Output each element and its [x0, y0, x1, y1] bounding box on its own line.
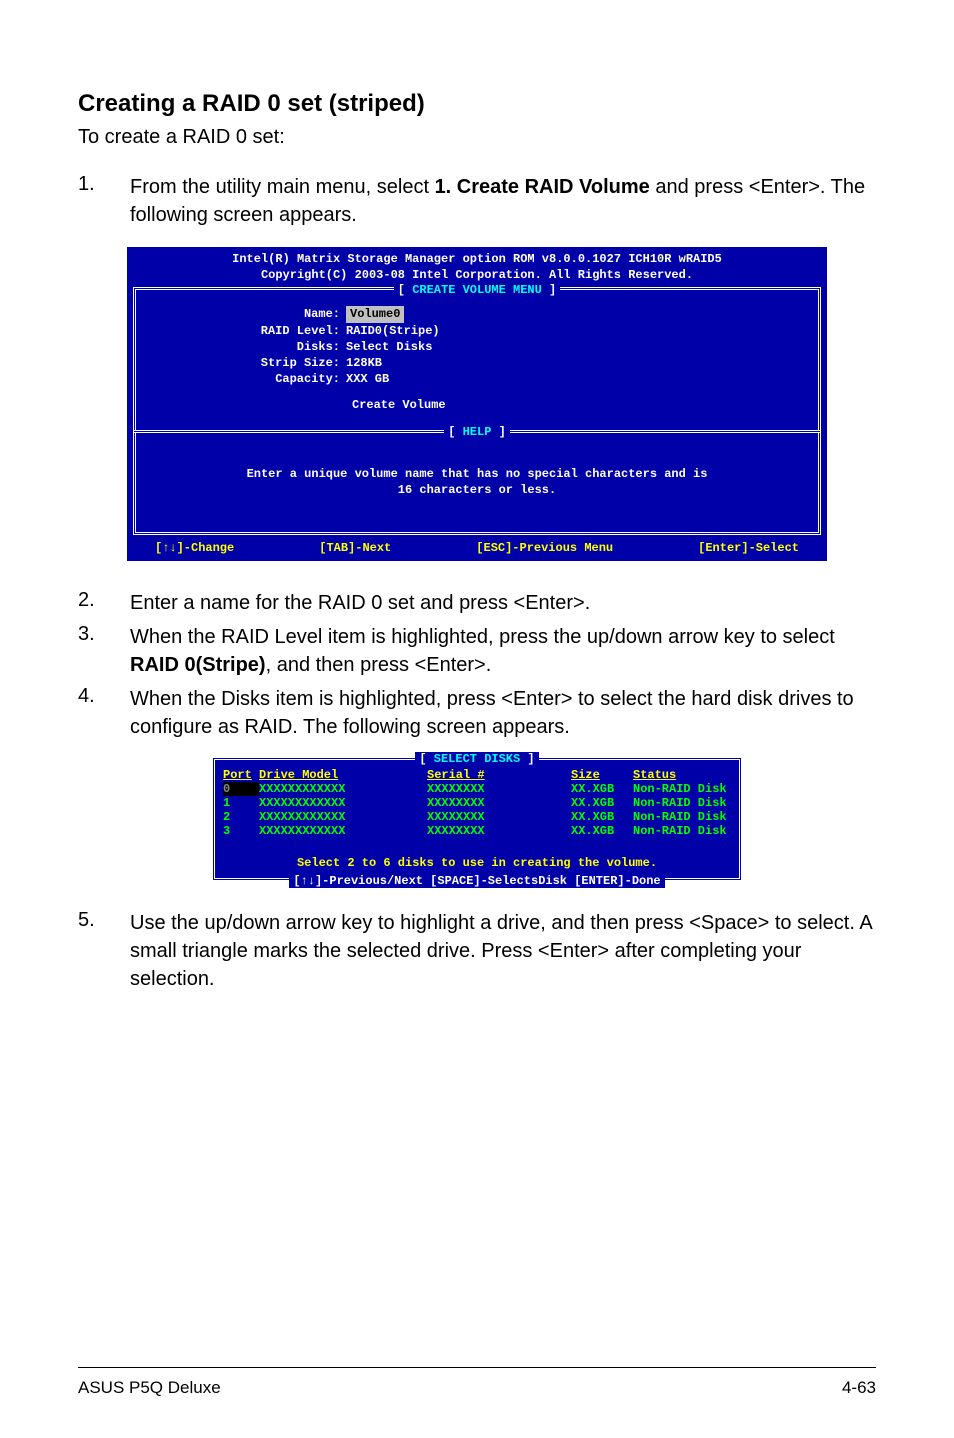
help-frame: [ HELP ] Enter a unique volume name that…	[133, 430, 821, 535]
step-body: From the utility main menu, select 1. Cr…	[130, 173, 876, 229]
footer-left: ASUS P5Q Deluxe	[78, 1378, 221, 1398]
page-footer: ASUS P5Q Deluxe 4-63	[78, 1368, 876, 1398]
step-number: 5.	[78, 909, 130, 993]
strip-size-value[interactable]: 128KB	[346, 355, 382, 371]
step-1: 1. From the utility main menu, select 1.…	[78, 173, 876, 229]
hdr-size: Size	[571, 768, 633, 782]
cell-size: XX.XGB	[571, 796, 633, 810]
cell-model: XXXXXXXXXXXX	[259, 810, 427, 824]
step3-bold: RAID 0(Stripe)	[130, 654, 266, 676]
step-number: 1.	[78, 173, 130, 229]
select-disks-msg: Select 2 to 6 disks to use in creating t…	[223, 856, 731, 870]
disks-value[interactable]: Select Disks	[346, 339, 432, 355]
cell-size: XX.XGB	[571, 824, 633, 838]
step-body: When the Disks item is highlighted, pres…	[130, 685, 876, 741]
step-body: When the RAID Level item is highlighted,…	[130, 623, 876, 679]
step-5: 5. Use the up/down arrow key to highligh…	[78, 909, 876, 993]
step-2: 2. Enter a name for the RAID 0 set and p…	[78, 589, 876, 617]
step-number: 4.	[78, 685, 130, 741]
capacity-value[interactable]: XXX GB	[346, 371, 389, 387]
cell-port: 3	[223, 824, 259, 838]
select-disks-title: [ SELECT DISKS ]	[415, 752, 538, 766]
cell-serial: XXXXXXXX	[427, 782, 571, 796]
bios-create-volume-panel: Intel(R) Matrix Storage Manager option R…	[127, 247, 827, 561]
name-input[interactable]: Volume0	[346, 306, 404, 322]
step1-bold: 1. Create RAID Volume	[435, 176, 650, 198]
cell-status: Non-RAID Disk	[633, 824, 731, 838]
disks-table-header: Port Drive Model Serial # Size Status	[223, 768, 731, 782]
bios-select-disks-panel: [ SELECT DISKS ] Port Drive Model Serial…	[212, 757, 742, 881]
key-change: [↑↓]-Change	[155, 540, 234, 556]
cell-size: XX.XGB	[571, 810, 633, 824]
step-body: Use the up/down arrow key to highlight a…	[130, 909, 876, 993]
key-select: [Enter]-Select	[698, 540, 799, 556]
step-3: 3. When the RAID Level item is highlight…	[78, 623, 876, 679]
help-line1: Enter a unique volume name that has no s…	[146, 466, 808, 482]
section-heading: Creating a RAID 0 set (striped)	[78, 90, 876, 118]
cell-port: 0	[223, 782, 259, 796]
cell-size: XX.XGB	[571, 782, 633, 796]
strip-size-label: Strip Size:	[146, 355, 346, 371]
step-4: 4. When the Disks item is highlighted, p…	[78, 685, 876, 741]
cell-serial: XXXXXXXX	[427, 796, 571, 810]
hdr-model: Drive Model	[259, 768, 427, 782]
help-frame-label: [ HELP ]	[444, 424, 510, 440]
disk-row[interactable]: 0 XXXXXXXXXXXX XXXXXXXX XX.XGB Non-RAID …	[223, 782, 731, 796]
step-number: 3.	[78, 623, 130, 679]
bios-title-line1: Intel(R) Matrix Storage Manager option R…	[133, 251, 821, 267]
select-disks-keys: [↑↓]-Previous/Next [SPACE]-SelectsDisk […	[289, 874, 664, 888]
disk-row[interactable]: 2 XXXXXXXXXXXX XXXXXXXX XX.XGB Non-RAID …	[223, 810, 731, 824]
cell-model: XXXXXXXXXXXX	[259, 796, 427, 810]
create-volume-action[interactable]: Create Volume	[146, 397, 808, 413]
raid-level-label: RAID Level:	[146, 323, 346, 339]
name-label: Name:	[146, 306, 346, 322]
cell-model: XXXXXXXXXXXX	[259, 782, 427, 796]
step-body: Enter a name for the RAID 0 set and pres…	[130, 589, 590, 617]
cell-status: Non-RAID Disk	[633, 782, 731, 796]
step1-pre: From the utility main menu, select	[130, 176, 435, 198]
hdr-port: Port	[223, 768, 259, 782]
bios1-keys-row: [↑↓]-Change [TAB]-Next [ESC]-Previous Me…	[127, 537, 827, 561]
disk-row[interactable]: 3 XXXXXXXXXXXX XXXXXXXX XX.XGB Non-RAID …	[223, 824, 731, 838]
cell-serial: XXXXXXXX	[427, 810, 571, 824]
footer-right: 4-63	[842, 1378, 876, 1398]
step3-post: , and then press <Enter>.	[266, 654, 492, 676]
raid-level-value[interactable]: RAID0(Stripe)	[346, 323, 440, 339]
step-number: 2.	[78, 589, 130, 617]
hdr-status: Status	[633, 768, 731, 782]
create-volume-frame-label: [ CREATE VOLUME MENU ]	[394, 282, 560, 298]
step3-pre: When the RAID Level item is highlighted,…	[130, 626, 835, 648]
cell-port: 1	[223, 796, 259, 810]
help-line2: 16 characters or less.	[146, 482, 808, 498]
cell-serial: XXXXXXXX	[427, 824, 571, 838]
disks-label: Disks:	[146, 339, 346, 355]
intro-text: To create a RAID 0 set:	[78, 126, 876, 149]
create-volume-frame: [ CREATE VOLUME MENU ] Name: Volume0 RAI…	[133, 287, 821, 432]
cell-port: 2	[223, 810, 259, 824]
cell-status: Non-RAID Disk	[633, 796, 731, 810]
disk-row[interactable]: 1 XXXXXXXXXXXX XXXXXXXX XX.XGB Non-RAID …	[223, 796, 731, 810]
hdr-serial: Serial #	[427, 768, 571, 782]
capacity-label: Capacity:	[146, 371, 346, 387]
bios-title-line2: Copyright(C) 2003-08 Intel Corporation. …	[133, 267, 821, 283]
cell-model: XXXXXXXXXXXX	[259, 824, 427, 838]
key-previous: [ESC]-Previous Menu	[476, 540, 613, 556]
key-next: [TAB]-Next	[319, 540, 391, 556]
cell-status: Non-RAID Disk	[633, 810, 731, 824]
